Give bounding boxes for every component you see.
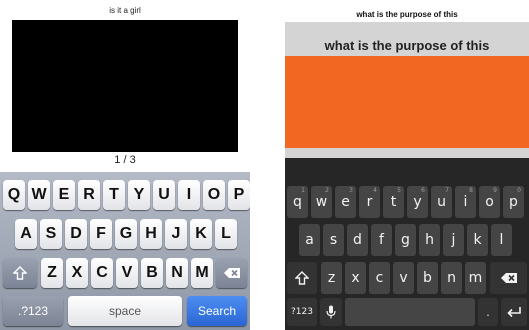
key-n[interactable]: n — [441, 262, 462, 294]
key-x[interactable]: x — [345, 262, 366, 294]
key-y[interactable]: Y — [128, 180, 150, 210]
key-j[interactable]: J — [165, 219, 187, 249]
key-a[interactable]: a — [299, 224, 320, 256]
key-l[interactable]: L — [215, 219, 237, 249]
backspace-icon — [500, 273, 517, 283]
key-n[interactable]: N — [166, 258, 188, 288]
key-q[interactable]: q1 — [287, 186, 308, 218]
key-r[interactable]: r4 — [359, 186, 380, 218]
shift-arrow-icon — [295, 271, 309, 285]
key-g[interactable]: g — [395, 224, 416, 256]
key-r[interactable]: R — [78, 180, 100, 210]
hint-4: 4 — [373, 187, 377, 194]
key-a[interactable]: A — [15, 219, 37, 249]
key-b[interactable]: b — [417, 262, 438, 294]
key-row-1: Q W E R T Y U I O P — [0, 180, 250, 210]
key-f[interactable]: F — [90, 219, 112, 249]
hint-7: 7 — [445, 187, 449, 194]
key-v[interactable]: v — [393, 262, 414, 294]
key-m[interactable]: m — [465, 262, 486, 294]
key-g[interactable]: G — [115, 219, 137, 249]
key-y[interactable]: y6 — [407, 186, 428, 218]
shift-key[interactable] — [3, 258, 37, 288]
orange-content-area[interactable] — [285, 56, 529, 148]
backspace-icon — [223, 268, 240, 278]
shift-key[interactable] — [287, 262, 317, 294]
android-keyboard: q1 w2 e3 r4 t5 y6 u7 i8 o9 p0 a s d f g … — [285, 158, 529, 330]
key-row-4: .?123 space Search — [0, 296, 250, 326]
key-h[interactable]: H — [140, 219, 162, 249]
key-z[interactable]: z — [321, 262, 342, 294]
key-w[interactable]: W — [28, 180, 50, 210]
hint-0: 0 — [517, 187, 521, 194]
microphone-icon — [326, 305, 336, 319]
numbers-key[interactable]: .?123 — [3, 296, 63, 326]
search-key[interactable]: Search — [187, 296, 247, 326]
key-f[interactable]: f — [371, 224, 392, 256]
hint-6: 6 — [421, 187, 425, 194]
space-key[interactable] — [345, 298, 475, 326]
shift-arrow-icon — [13, 266, 27, 280]
page-indicator: 1 / 3 — [114, 154, 136, 166]
hint-3: 3 — [349, 187, 353, 194]
right-screen: what is the purpose of this what is the … — [285, 0, 529, 330]
period-key[interactable]: . — [478, 298, 498, 326]
key-p[interactable]: P — [228, 180, 250, 210]
key-d[interactable]: D — [65, 219, 87, 249]
key-row-2: A S D F G H J K L — [0, 219, 250, 249]
key-t[interactable]: T — [103, 180, 125, 210]
delete-key[interactable] — [490, 262, 527, 294]
hint-9: 9 — [493, 187, 497, 194]
ios-keyboard: Q W E R T Y U I O P A S D F G H J K L Z … — [0, 172, 250, 330]
enter-key[interactable] — [501, 298, 527, 326]
key-e[interactable]: e3 — [335, 186, 356, 218]
numbers-key[interactable]: ?123 — [287, 298, 317, 326]
key-q[interactable]: Q — [3, 180, 25, 210]
key-o[interactable]: o9 — [479, 186, 500, 218]
key-v[interactable]: V — [116, 258, 138, 288]
key-c[interactable]: C — [91, 258, 113, 288]
video-area[interactable] — [12, 20, 238, 152]
key-d[interactable]: d — [347, 224, 368, 256]
key-m[interactable]: M — [191, 258, 213, 288]
key-l[interactable]: l — [491, 224, 512, 256]
mic-key[interactable] — [320, 298, 342, 326]
key-k[interactable]: k — [467, 224, 488, 256]
question-title: is it a girl — [109, 6, 141, 15]
title-large: what is the purpose of this — [324, 38, 490, 53]
hint-2: 2 — [325, 187, 329, 194]
left-screen: is it a girl 1 / 3 Q W E R T Y U I O P A… — [0, 0, 250, 330]
key-z[interactable]: Z — [41, 258, 63, 288]
key-c[interactable]: c — [369, 262, 390, 294]
key-s[interactable]: S — [40, 219, 62, 249]
key-s[interactable]: s — [323, 224, 344, 256]
key-j[interactable]: j — [443, 224, 464, 256]
space-key[interactable]: space — [68, 296, 182, 326]
delete-key[interactable] — [216, 258, 247, 288]
key-i[interactable]: i8 — [455, 186, 476, 218]
key-u[interactable]: U — [153, 180, 175, 210]
key-w[interactable]: w2 — [311, 186, 332, 218]
hint-5: 5 — [397, 187, 401, 194]
key-t[interactable]: t5 — [383, 186, 404, 218]
key-p[interactable]: p0 — [503, 186, 524, 218]
key-e[interactable]: E — [53, 180, 75, 210]
key-k[interactable]: K — [190, 219, 212, 249]
key-row-3: Z X C V B N M — [0, 258, 250, 288]
key-h[interactable]: h — [419, 224, 440, 256]
hint-8: 8 — [469, 187, 473, 194]
enter-arrow-icon — [507, 307, 521, 318]
key-i[interactable]: I — [178, 180, 200, 210]
key-b[interactable]: B — [141, 258, 163, 288]
title-small: what is the purpose of this — [356, 10, 458, 19]
hint-1: 1 — [301, 187, 305, 194]
key-u[interactable]: u7 — [431, 186, 452, 218]
key-x[interactable]: X — [66, 258, 88, 288]
key-o[interactable]: O — [203, 180, 225, 210]
